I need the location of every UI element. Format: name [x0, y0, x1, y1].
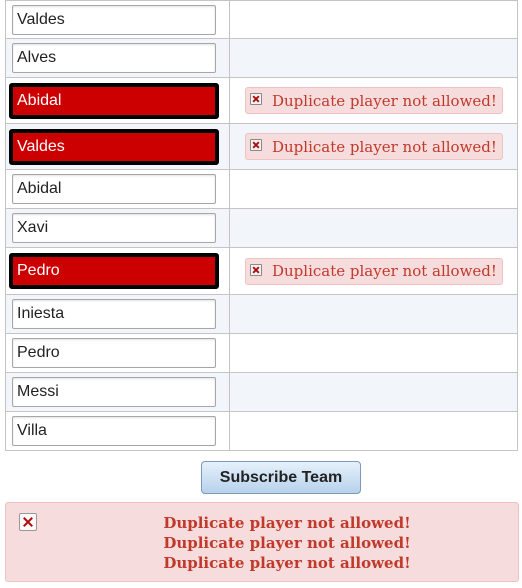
error-icon	[19, 513, 37, 531]
player-input-11[interactable]	[12, 416, 216, 446]
error-icon	[250, 263, 262, 276]
player-row: Duplicate player not allowed!	[5, 247, 518, 295]
duplicate-error-message: Duplicate player not allowed!	[245, 257, 503, 285]
error-icon	[250, 139, 262, 151]
duplicate-error-message: Duplicate player not allowed!	[245, 87, 503, 114]
player-row	[5, 38, 518, 78]
player-input-5[interactable]	[12, 174, 216, 204]
duplicate-error-message: Duplicate player not allowed!	[245, 133, 503, 160]
player-input-1[interactable]	[12, 4, 216, 35]
error-message-text: Duplicate player not allowed!	[272, 262, 497, 280]
validation-summary: Duplicate player not allowed! Duplicate …	[5, 502, 519, 582]
players-table: Duplicate player not allowed! Duplicate …	[5, 0, 518, 451]
player-row: Duplicate player not allowed!	[5, 77, 518, 124]
player-row	[5, 0, 518, 39]
player-input-2[interactable]	[12, 43, 216, 73]
player-row	[5, 372, 518, 412]
subscribe-team-button[interactable]: Subscribe Team	[201, 461, 361, 494]
error-message-text: Duplicate player not allowed!	[272, 137, 497, 156]
player-input-3[interactable]	[9, 82, 219, 119]
player-input-8[interactable]	[12, 299, 216, 329]
error-icon	[250, 93, 262, 105]
player-row	[5, 169, 518, 209]
player-row	[5, 411, 518, 451]
player-input-10[interactable]	[12, 377, 216, 407]
summary-message: Duplicate player not allowed!	[163, 534, 411, 552]
player-row: Duplicate player not allowed!	[5, 123, 518, 170]
player-input-6[interactable]	[12, 213, 216, 243]
error-message-text: Duplicate player not allowed!	[272, 91, 497, 110]
player-row	[5, 294, 518, 334]
player-row	[5, 208, 518, 248]
player-row	[5, 333, 518, 373]
player-input-4[interactable]	[9, 128, 219, 165]
player-input-7[interactable]	[9, 253, 219, 289]
summary-message: Duplicate player not allowed!	[163, 514, 411, 532]
summary-message: Duplicate player not allowed!	[163, 554, 411, 572]
player-input-9[interactable]	[12, 338, 216, 368]
